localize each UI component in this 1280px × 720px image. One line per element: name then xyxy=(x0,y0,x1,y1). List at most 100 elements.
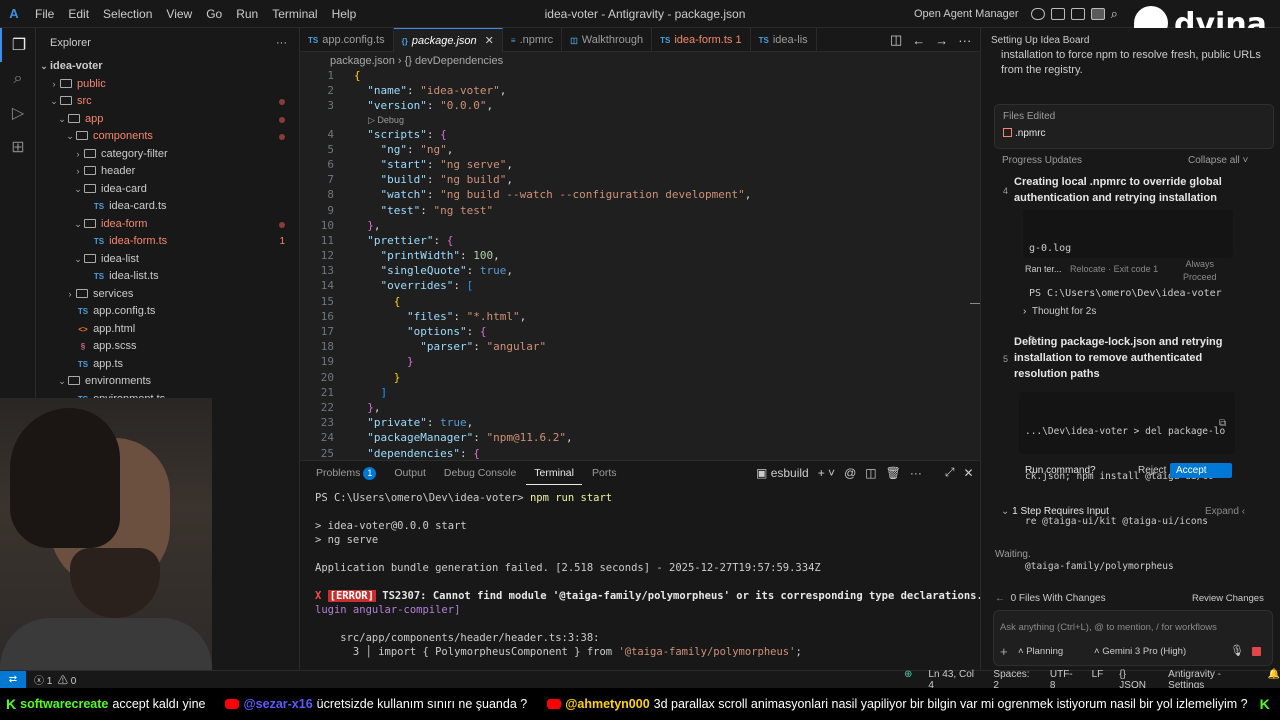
editor-tab[interactable]: ◫ Walkthrough xyxy=(562,28,653,52)
more-actions-icon[interactable]: ··· xyxy=(910,466,922,480)
requires-input-bar[interactable]: ⌄ 1 Step Requires Input Expand ‹ xyxy=(1001,506,1261,517)
run-debug-icon[interactable]: ▷ xyxy=(0,96,36,130)
tree-folder[interactable]: › public xyxy=(36,76,299,94)
menu-file[interactable]: File xyxy=(28,7,61,21)
tree-folder[interactable]: ⌄ idea-card xyxy=(36,181,299,199)
code-editor[interactable]: 1{2 "name": "idea-voter", 3 "version": "0… xyxy=(300,68,980,460)
breadcrumb-file[interactable]: package.json xyxy=(330,55,395,67)
tree-folder[interactable]: ⌄ app xyxy=(36,111,299,129)
search-icon[interactable]: ⌕ xyxy=(0,62,36,96)
step-4-terminal: g-0.log PS C:\Users\omero\Dev\idea-voter… xyxy=(1023,210,1233,344)
menu-terminal[interactable]: Terminal xyxy=(265,7,324,21)
breadcrumb-node[interactable]: {} devDependencies xyxy=(405,55,503,67)
split-editor-icon[interactable]: ◫ xyxy=(890,32,902,48)
tab-output[interactable]: Output xyxy=(386,461,434,485)
terminal-instance[interactable]: ▣ esbuild xyxy=(756,466,809,480)
model-selector[interactable]: ˄ Gemini 3 Pro (High) xyxy=(1094,646,1186,657)
microphone-icon[interactable]: 🎙 xyxy=(1230,644,1244,657)
toggle-secondary-sidebar-icon[interactable] xyxy=(1090,7,1105,20)
extensions-icon[interactable]: ⊞ xyxy=(0,130,36,164)
settings-gear-icon[interactable] xyxy=(1030,7,1045,20)
always-proceed-dropdown[interactable]: Always Proceed xyxy=(1183,258,1217,284)
menu-view[interactable]: View xyxy=(159,7,199,21)
tree-file[interactable]: TS app.config.ts xyxy=(36,303,299,321)
tree-folder[interactable]: ⌄ idea-list xyxy=(36,251,299,269)
mention-icon[interactable]: @ xyxy=(844,466,856,480)
edited-file-item[interactable]: .npmrc xyxy=(1003,128,1046,139)
toggle-primary-sidebar-icon[interactable] xyxy=(1050,7,1065,20)
editor-tab[interactable]: TS idea-form.ts 1 xyxy=(652,28,751,52)
file-icon xyxy=(1003,128,1012,137)
explorer-icon[interactable]: ❐ xyxy=(0,28,36,62)
expand-button[interactable]: Expand ‹ xyxy=(1205,506,1245,517)
tree-folder[interactable]: ⌄ environments xyxy=(36,373,299,391)
split-terminal-icon[interactable]: ◫ xyxy=(865,466,876,480)
relocate-button[interactable]: Relocate xyxy=(1070,264,1106,274)
back-arrow-icon[interactable]: ← xyxy=(995,593,1011,604)
tab-ports[interactable]: Ports xyxy=(584,461,625,485)
explorer-more-button[interactable]: ··· xyxy=(276,28,287,58)
search-icon[interactable]: ⌕ xyxy=(1111,6,1118,22)
line-text: "build": "ng build", xyxy=(380,173,513,187)
code-line: 6 "start": "ng serve", xyxy=(300,157,980,172)
menu-selection[interactable]: Selection xyxy=(96,7,159,21)
tab-problems[interactable]: Problems 1 xyxy=(308,461,384,485)
new-terminal-icon[interactable]: + ˅ xyxy=(818,466,835,480)
terminal-icon: ▣ xyxy=(756,465,768,480)
reject-button[interactable]: Reject xyxy=(1138,465,1166,476)
tree-folder[interactable]: ⌄ idea-voter xyxy=(36,58,299,76)
tab-terminal[interactable]: Terminal xyxy=(526,461,582,485)
agent-chat-input[interactable]: Ask anything (Ctrl+L), @ to mention, / f… xyxy=(993,610,1273,666)
editor-tab[interactable]: TS app.config.ts xyxy=(300,28,394,52)
mode-selector[interactable]: ˄ Planning xyxy=(1018,646,1063,657)
editor-tab[interactable]: {} package.json ✕ xyxy=(393,28,503,52)
stop-icon[interactable] xyxy=(1252,647,1261,656)
line-number: 24 xyxy=(320,431,334,445)
tree-file[interactable]: TS idea-card.ts xyxy=(36,198,299,216)
tree-folder[interactable]: › header xyxy=(36,163,299,181)
add-context-icon[interactable]: + xyxy=(1000,644,1008,659)
forward-arrow-icon[interactable]: → xyxy=(935,33,948,48)
accept-button[interactable]: Accept xyxy=(1170,463,1232,478)
tree-item-label: category-filter xyxy=(101,147,168,160)
menu-help[interactable]: Help xyxy=(325,7,364,21)
tree-folder[interactable]: ⌄ src xyxy=(36,93,299,111)
review-changes-button[interactable]: Review Changes xyxy=(1192,593,1264,604)
tree-folder[interactable]: ⌄ idea-form xyxy=(36,216,299,234)
agent-panel: Setting Up Idea Board installation to fo… xyxy=(980,28,1280,670)
toggle-panel-icon[interactable] xyxy=(1070,7,1085,20)
back-arrow-icon[interactable]: ← xyxy=(912,33,925,48)
trash-icon[interactable]: 🗑 xyxy=(886,466,901,480)
tree-folder[interactable]: › services xyxy=(36,286,299,304)
problems-status[interactable]: ⓧ 1 ⚠ 0 xyxy=(34,672,76,687)
thought-toggle[interactable]: › Thought for 2s xyxy=(1023,306,1096,317)
tree-file[interactable]: TS idea-form.ts 1 xyxy=(36,233,299,251)
tree-folder[interactable]: › category-filter xyxy=(36,146,299,164)
files-with-changes-bar: ← 0 Files With Changes Review Changes xyxy=(995,593,1265,604)
tree-file[interactable]: <> app.html xyxy=(36,321,299,339)
editor-tab[interactable]: TS idea-lis xyxy=(751,28,817,52)
codelens-debug[interactable]: ▷ Debug xyxy=(300,114,980,127)
terminal-output[interactable]: PS C:\Users\omero\Dev\idea-voter> npm ru… xyxy=(300,485,980,659)
menu-go[interactable]: Go xyxy=(199,7,229,21)
line-text: "version": "0.0.0", xyxy=(367,99,494,113)
maximize-panel-icon[interactable]: ⤢ xyxy=(945,465,955,480)
editor-tab[interactable]: ≡ .npmrc xyxy=(503,28,563,52)
copy-icon[interactable]: ⧉ xyxy=(1219,418,1226,429)
open-agent-manager-button[interactable]: Open Agent Manager xyxy=(914,8,1019,20)
menu-run[interactable]: Run xyxy=(229,7,265,21)
tab-debug-console[interactable]: Debug Console xyxy=(436,461,524,485)
terminal-line: > ng serve xyxy=(315,534,379,546)
tree-item-label: idea-list.ts xyxy=(109,270,159,282)
collapse-all-button[interactable]: Collapse all ˅ xyxy=(1188,155,1248,166)
tree-file[interactable]: § app.scss xyxy=(36,338,299,356)
tree-file[interactable]: TS idea-list.ts xyxy=(36,268,299,286)
close-panel-icon[interactable]: ✕ xyxy=(963,466,973,480)
more-actions-icon[interactable]: ··· xyxy=(958,33,971,48)
remote-indicator-icon[interactable]: ⇄ xyxy=(0,670,26,689)
close-icon[interactable]: ✕ xyxy=(485,35,494,47)
menu-edit[interactable]: Edit xyxy=(61,7,96,21)
tree-folder[interactable]: ⌄ components xyxy=(36,128,299,146)
tree-file[interactable]: TS app.ts xyxy=(36,356,299,374)
